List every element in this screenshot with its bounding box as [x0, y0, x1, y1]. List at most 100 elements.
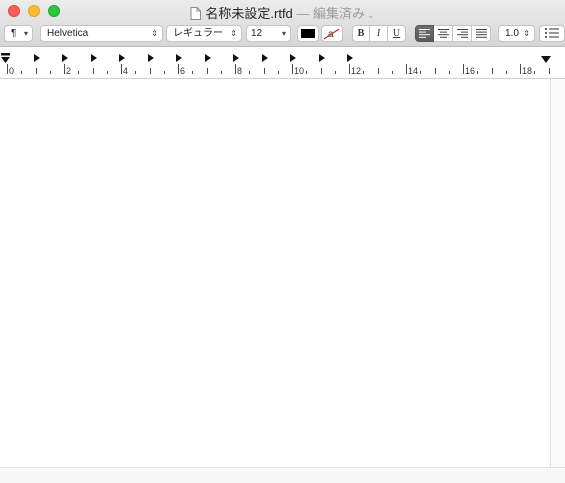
- tab-stop-icon[interactable]: [233, 54, 239, 62]
- ruler-tick: [492, 68, 493, 74]
- ruler-tick: [121, 64, 122, 74]
- align-right-button[interactable]: [453, 25, 472, 42]
- ruler-tick: [192, 71, 193, 74]
- chevron-down-icon[interactable]: ⌄: [367, 10, 375, 20]
- ruler-tick: [50, 71, 51, 74]
- align-justify-icon: [475, 29, 487, 38]
- textedit-window: 名称未設定.rtfd — 編集済み ⌄ ¶ ▾ Helvetica ⇕ レギュラー…: [0, 0, 565, 483]
- ruler-tick: [235, 64, 236, 74]
- align-center-button[interactable]: [434, 25, 453, 42]
- typeface-popup[interactable]: レギュラー ⇕: [166, 25, 242, 42]
- ruler-tick: [93, 68, 94, 74]
- right-margin-marker-icon[interactable]: [541, 56, 551, 64]
- text-color-well[interactable]: [297, 25, 319, 42]
- ruler-tick: [335, 71, 336, 74]
- ruler-tick: [534, 71, 535, 74]
- ruler-tick: [21, 71, 22, 74]
- updown-arrows-icon: ⇕: [523, 29, 530, 38]
- ruler-tick: [292, 64, 293, 74]
- underline-button[interactable]: U: [388, 25, 406, 42]
- indent-marker-icon[interactable]: [0, 53, 12, 65]
- ruler-tick: [392, 71, 393, 74]
- font-size-combo[interactable]: 12 ▾: [246, 25, 291, 42]
- tab-stop-icon[interactable]: [319, 54, 325, 62]
- tab-stop-icon[interactable]: [91, 54, 97, 62]
- edit-state: 編集済み: [313, 6, 366, 21]
- document-icon: [190, 7, 202, 23]
- align-justify-button[interactable]: [472, 25, 491, 42]
- ruler-tick: [463, 64, 464, 74]
- line-spacing-value: 1.0: [505, 28, 519, 39]
- ruler-tick: [135, 71, 136, 74]
- ruler-tick: [349, 64, 350, 74]
- italic-button[interactable]: I: [370, 25, 388, 42]
- ruler-tick: [178, 64, 179, 74]
- align-center-icon: [437, 29, 449, 38]
- no-highlight-icon: a: [323, 28, 340, 40]
- highlight-color-well[interactable]: a: [321, 25, 343, 42]
- ruler-tick: [306, 71, 307, 74]
- tab-stop-icon[interactable]: [148, 54, 154, 62]
- paragraph-icon: ¶: [11, 28, 17, 39]
- ruler-label: 10: [294, 66, 305, 76]
- tab-stop-icon[interactable]: [176, 54, 182, 62]
- ruler-tick: [107, 71, 108, 74]
- ruler-tick: [321, 68, 322, 74]
- ruler[interactable]: 0 2 4 6 8 10 12 14 16 18: [0, 47, 565, 79]
- ruler-tick: [406, 64, 407, 74]
- paragraph-style-popup[interactable]: ¶ ▾: [4, 25, 33, 42]
- ruler-tick: [249, 71, 250, 74]
- ruler-label: 12: [351, 66, 362, 76]
- tab-stop-icon[interactable]: [290, 54, 296, 62]
- font-family-value: Helvetica: [47, 28, 89, 39]
- ruler-tick: [549, 68, 550, 74]
- chevron-down-icon: ▾: [281, 29, 286, 38]
- ruler-label: 14: [408, 66, 419, 76]
- bold-button[interactable]: B: [352, 25, 370, 42]
- ruler-tick: [363, 71, 364, 74]
- ruler-label: 18: [522, 66, 533, 76]
- format-toolbar: ¶ ▾ Helvetica ⇕ レギュラー ⇕ 12 ▾ a B I U: [0, 22, 565, 47]
- font-family-popup[interactable]: Helvetica ⇕: [40, 25, 163, 42]
- text-color-swatch: [301, 29, 315, 38]
- ruler-label: 8: [237, 66, 243, 76]
- window-title-group[interactable]: 名称未設定.rtfd — 編集済み ⌄: [0, 3, 565, 23]
- tab-stop-icon[interactable]: [62, 54, 68, 62]
- updown-arrows-icon: ⇕: [151, 29, 158, 38]
- ruler-tick: [449, 71, 450, 74]
- ruler-tick: [477, 71, 478, 74]
- line-spacing-popup[interactable]: 1.0 ⇕: [498, 25, 535, 42]
- ruler-tick: [64, 64, 65, 74]
- title-bar[interactable]: 名称未設定.rtfd — 編集済み ⌄: [0, 0, 565, 22]
- chevron-down-icon: ▾: [23, 29, 28, 38]
- ruler-label: 16: [465, 66, 476, 76]
- ruler-tick: [435, 68, 436, 74]
- tab-stop-icon[interactable]: [119, 54, 125, 62]
- ruler-tick: [164, 71, 165, 74]
- window-title: 名称未設定.rtfd: [205, 6, 293, 21]
- ruler-label: 4: [123, 66, 129, 76]
- updown-arrows-icon: ⇕: [230, 29, 237, 38]
- tab-stop-icon[interactable]: [205, 54, 211, 62]
- document-text-area[interactable]: [0, 79, 551, 467]
- ruler-tick: [78, 71, 79, 74]
- list-bullets-popup[interactable]: [539, 25, 565, 42]
- align-left-button[interactable]: [415, 25, 434, 42]
- tab-stop-icon[interactable]: [262, 54, 268, 62]
- ruler-tick: [207, 68, 208, 74]
- ruler-tick: [150, 68, 151, 74]
- title-separator: —: [296, 6, 310, 21]
- bullet-list-icon: [545, 28, 559, 38]
- tab-stop-icon[interactable]: [34, 54, 40, 62]
- ruler-tick: [520, 64, 521, 74]
- ruler-label: 6: [180, 66, 186, 76]
- typeface-value: レギュラー: [173, 28, 223, 39]
- tab-stop-icon[interactable]: [347, 54, 353, 62]
- ruler-tick: [264, 68, 265, 74]
- ruler-label: 2: [66, 66, 72, 76]
- horizontal-scroll-area[interactable]: [0, 467, 565, 483]
- vertical-scroll-area[interactable]: [551, 79, 565, 467]
- ruler-tick: [221, 71, 222, 74]
- ruler-tick: [7, 64, 8, 74]
- align-right-icon: [456, 29, 468, 38]
